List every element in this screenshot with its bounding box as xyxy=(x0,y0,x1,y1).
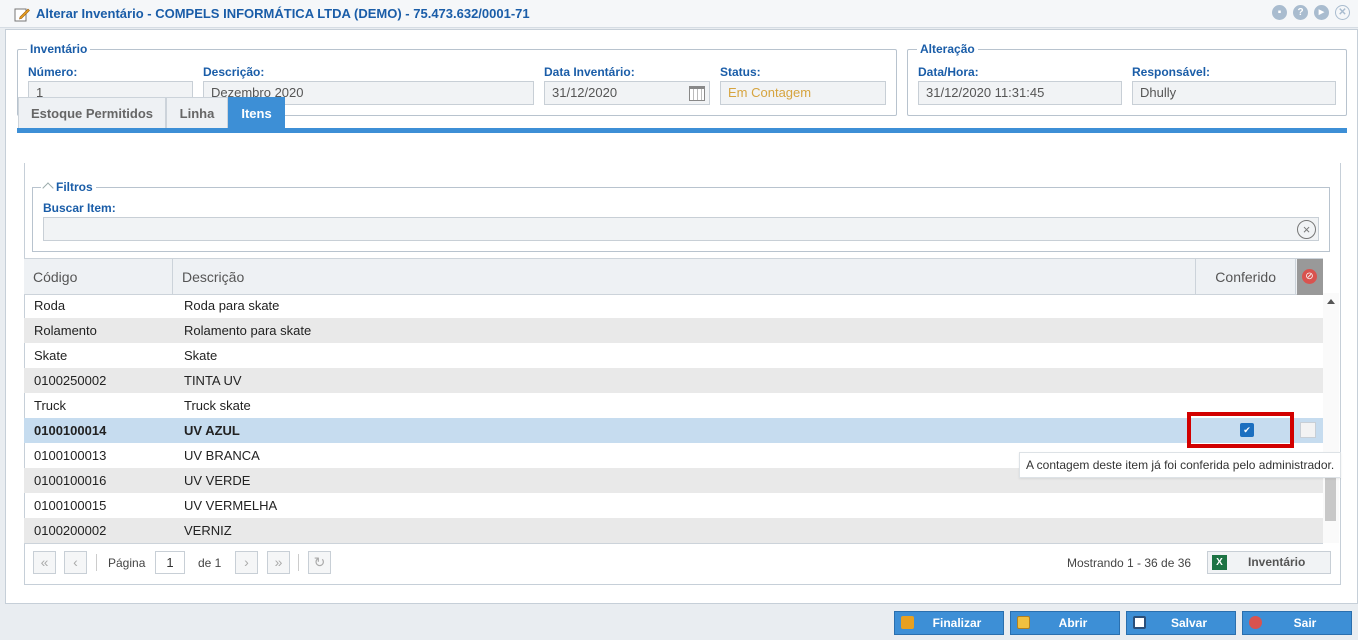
abrir-button[interactable]: Abrir xyxy=(1010,611,1120,635)
cell-codigo: 0100100014 xyxy=(34,423,107,438)
pager-separator xyxy=(96,554,97,571)
filtros-legend[interactable]: Filtros xyxy=(41,180,96,194)
cell-descricao: VERNIZ xyxy=(184,523,232,538)
cell-codigo: 0100200002 xyxy=(34,523,107,538)
cell-codigo: Rolamento xyxy=(34,323,97,338)
refresh-icon[interactable]: ↻ xyxy=(308,551,331,574)
chevron-up-icon[interactable] xyxy=(42,182,54,194)
no-entry-icon: ⊘ xyxy=(1302,269,1317,284)
excel-icon: X xyxy=(1212,555,1227,570)
table-row[interactable]: 0100250002 TINTA UV xyxy=(24,368,1323,393)
edit-pencil-icon xyxy=(14,8,30,22)
column-header-descricao[interactable]: Descrição xyxy=(173,259,1196,295)
cell-descricao: UV AZUL xyxy=(184,423,240,438)
play-icon[interactable]: ▶ xyxy=(1314,5,1329,20)
cell-descricao: Skate xyxy=(184,348,218,363)
data-inventario-field[interactable]: 31/12/2020 xyxy=(544,81,710,105)
filtros-fieldset: Filtros xyxy=(32,180,1330,252)
calendar-icon[interactable] xyxy=(689,86,705,101)
close-icon[interactable]: ✕ xyxy=(1335,5,1350,20)
cell-codigo: 0100100016 xyxy=(34,473,107,488)
status-label: Status: xyxy=(720,65,761,79)
table-row[interactable]: 0100200002 VERNIZ xyxy=(24,518,1323,543)
cell-codigo: 0100250002 xyxy=(34,373,107,388)
table-row-selected[interactable]: 0100100014 UV AZUL xyxy=(24,418,1323,443)
help-icon[interactable]: ? xyxy=(1293,5,1308,20)
minimize-icon[interactable]: ▪ xyxy=(1272,5,1287,20)
cell-descricao: TINTA UV xyxy=(184,373,242,388)
scroll-up-arrow-icon[interactable] xyxy=(1327,299,1335,304)
filtros-title: Filtros xyxy=(56,180,93,194)
pager-separator xyxy=(298,554,299,571)
salvar-button[interactable]: Salvar xyxy=(1126,611,1236,635)
cell-descricao: Rolamento para skate xyxy=(184,323,312,338)
tab-linha[interactable]: Linha xyxy=(166,97,228,128)
title-bar: Alterar Inventário - COMPELS INFORMÁTICA… xyxy=(0,0,1358,28)
datahora-label: Data/Hora: xyxy=(918,65,979,79)
conferido-check-icon[interactable]: ✔ xyxy=(1240,423,1254,437)
cell-codigo: Roda xyxy=(34,298,66,313)
prev-page-icon[interactable]: ‹ xyxy=(64,551,87,574)
edit-document-icon[interactable] xyxy=(1300,422,1316,438)
status-field: Em Contagem xyxy=(720,81,886,105)
salvar-label: Salvar xyxy=(1170,616,1208,630)
mostrando-label: Mostrando 1 - 36 de 36 xyxy=(1067,556,1192,570)
cell-codigo: 0100100013 xyxy=(34,448,107,463)
cell-descricao: Truck skate xyxy=(184,398,251,413)
cell-descricao: Roda para skate xyxy=(184,298,280,313)
table-row[interactable]: Rolamento Rolamento para skate xyxy=(24,318,1323,343)
table-row[interactable]: Skate Skate xyxy=(24,343,1323,368)
sair-button[interactable]: Sair xyxy=(1242,611,1352,635)
window-title: Alterar Inventário - COMPELS INFORMÁTICA… xyxy=(36,6,530,21)
column-settings-button[interactable]: ⊘ xyxy=(1297,259,1323,295)
page-total-label: de 1 xyxy=(198,556,222,570)
page-number-input[interactable]: 1 xyxy=(155,551,185,574)
tab-estoque-permitidos[interactable]: Estoque Permitidos xyxy=(18,97,166,128)
data-inventario-label: Data Inventário: xyxy=(544,65,635,79)
grid-header: Código Descrição Conferido ⊘ xyxy=(24,258,1323,295)
grid-body: Roda Roda para skate Rolamento Rolamento… xyxy=(24,293,1323,543)
export-excel-label: Inventário xyxy=(1248,555,1306,569)
column-header-codigo[interactable]: Código xyxy=(24,259,173,295)
cell-codigo: 0100100015 xyxy=(34,498,107,513)
table-row[interactable]: 0100100015 UV VERMELHA xyxy=(24,493,1323,518)
finalizar-button[interactable]: Finalizar xyxy=(894,611,1004,635)
descricao-label: Descrição: xyxy=(203,65,265,79)
table-row[interactable]: Truck Truck skate xyxy=(24,393,1323,418)
responsavel-label: Responsável: xyxy=(1132,65,1211,79)
cell-codigo: Truck xyxy=(34,398,67,413)
table-row[interactable]: Roda Roda para skate xyxy=(24,293,1323,318)
tab-underline xyxy=(17,128,1347,133)
cell-descricao: UV BRANCA xyxy=(184,448,260,463)
vertical-scrollbar[interactable] xyxy=(1323,293,1339,543)
tab-itens[interactable]: Itens xyxy=(228,97,285,128)
last-page-icon[interactable]: » xyxy=(267,551,290,574)
datahora-field: 31/12/2020 11:31:45 xyxy=(918,81,1122,105)
pagina-label: Página xyxy=(108,556,146,570)
data-inventario-value: 31/12/2020 xyxy=(552,85,618,100)
buscar-item-input[interactable]: × xyxy=(43,217,1319,241)
numero-label: Número: xyxy=(28,65,78,79)
cell-descricao: UV VERDE xyxy=(184,473,251,488)
abrir-label: Abrir xyxy=(1058,616,1088,630)
cell-descricao: UV VERMELHA xyxy=(184,498,278,513)
first-page-icon[interactable]: « xyxy=(33,551,56,574)
clear-search-icon[interactable]: × xyxy=(1297,220,1316,239)
column-header-conferido[interactable]: Conferido xyxy=(1196,259,1296,295)
responsavel-field: Dhully xyxy=(1132,81,1336,105)
next-page-icon[interactable]: › xyxy=(235,551,258,574)
cell-codigo: Skate xyxy=(34,348,68,363)
pager: « ‹ Página 1 de 1 › » ↻ Mostrando 1 - 36… xyxy=(24,543,1331,581)
alteracao-legend: Alteração xyxy=(920,42,975,56)
finalizar-label: Finalizar xyxy=(932,616,982,630)
buscar-item-label: Buscar Item: xyxy=(43,201,116,215)
sair-label: Sair xyxy=(1293,616,1317,630)
export-excel-button[interactable]: X Inventário xyxy=(1207,551,1331,574)
conferido-tooltip: A contagem deste item já foi conferida p… xyxy=(1019,452,1342,478)
inventario-legend: Inventário xyxy=(30,42,88,56)
